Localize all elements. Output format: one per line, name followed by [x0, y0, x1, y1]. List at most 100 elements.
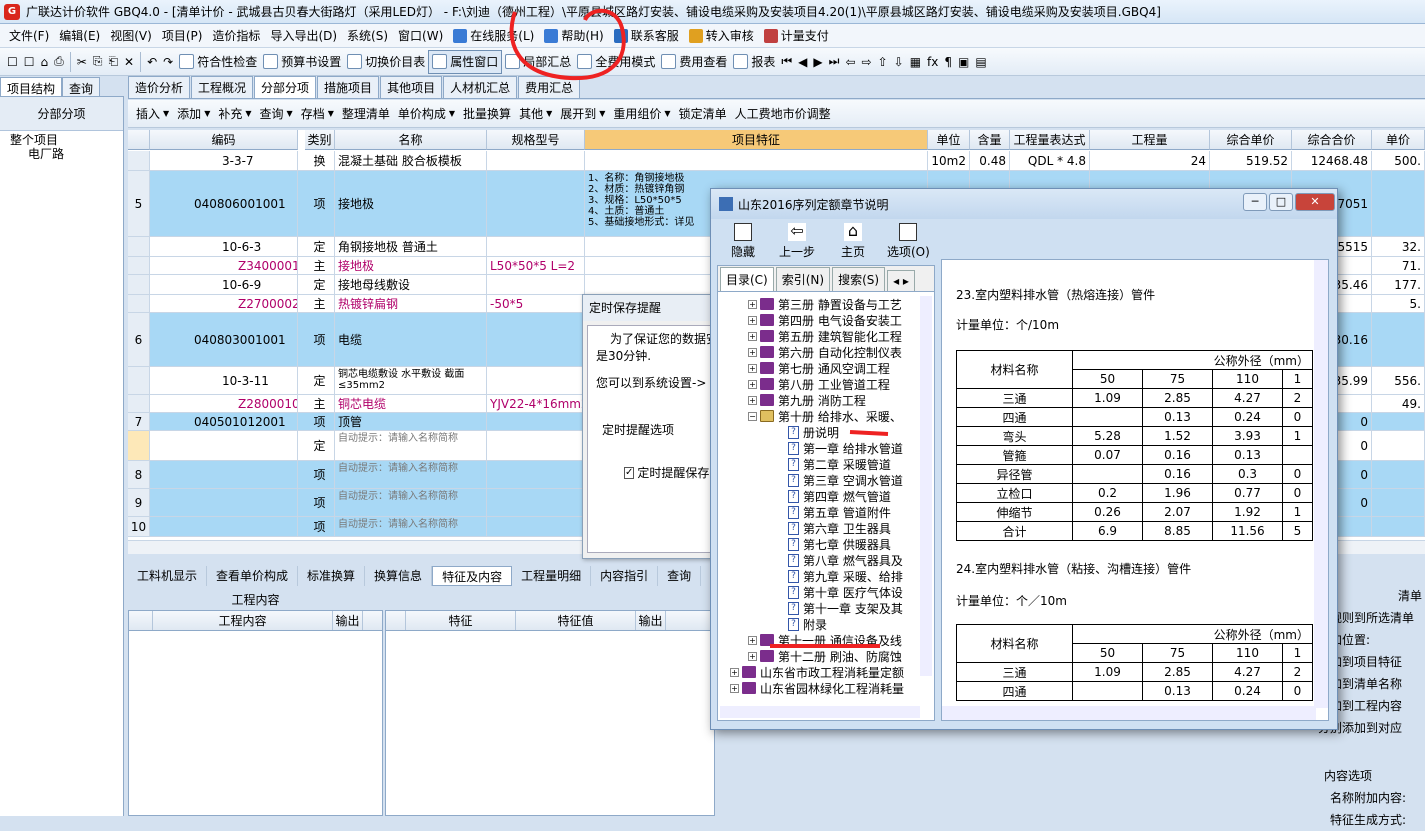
back-button[interactable]: ⇦ 上一步 [779, 223, 815, 260]
help-tree-item[interactable]: + 第四册 电气设备安装工 [718, 312, 914, 328]
subtool-button[interactable]: 补充 ▼ [214, 105, 255, 122]
grid-cell[interactable]: 项 [305, 517, 335, 536]
bottom-tab[interactable]: 内容指引 [591, 566, 659, 586]
expand-toggle-icon[interactable]: + [748, 395, 757, 405]
help-tree-item[interactable]: ? 第一章 给排水管道 [718, 440, 914, 456]
toolbar-button[interactable]: 属性窗口 [428, 49, 503, 74]
help-tree-item[interactable]: ? 第十一章 支架及其 [718, 600, 914, 616]
help-tree-item[interactable]: ? 第二章 采暖管道 [718, 456, 914, 472]
grid-cell[interactable]: 24 [1090, 151, 1210, 170]
toolbar-icon-button[interactable]: ⎗ [105, 50, 121, 74]
expand-toggle-icon[interactable]: + [748, 299, 757, 309]
grid-cell[interactable]: 519.52 [1210, 151, 1292, 170]
toolbar-nav-button[interactable]: ▤ [972, 50, 989, 74]
menu-item[interactable]: 计量支付 [759, 25, 834, 47]
grid-cell[interactable]: 定 [305, 237, 335, 256]
expand-toggle-icon[interactable]: + [748, 331, 757, 341]
grid-cell[interactable] [150, 489, 298, 516]
grid-cell[interactable]: 32. [1372, 237, 1425, 256]
grid-cell[interactable]: 混凝土基础 胶合板模板 [335, 151, 487, 170]
toolbar-nav-button[interactable]: ◀ [795, 50, 810, 74]
grid-cell[interactable]: 49. [1372, 395, 1425, 412]
maximize-button[interactable]: □ [1269, 193, 1293, 211]
toolbar-nav-button[interactable]: ⇦ [842, 50, 858, 74]
grid-cell[interactable]: Z2700002@2 [150, 295, 298, 312]
grid-cell[interactable]: 项 [305, 171, 335, 236]
toolbar-icon-button[interactable]: ↶ [144, 50, 160, 74]
menu-item[interactable]: 在线服务(L) [448, 25, 539, 47]
expand-toggle-icon[interactable]: + [730, 683, 739, 693]
menu-item[interactable]: 帮助(H) [539, 25, 608, 47]
help-tree-item[interactable]: + 第六册 自动化控制仪表 [718, 344, 914, 360]
grid-cell[interactable]: 顶管 [335, 413, 487, 430]
menu-item[interactable]: 窗口(W) [393, 25, 448, 47]
help-tree-item[interactable]: ? 附录 [718, 616, 914, 632]
grid-cell[interactable]: 主 [305, 257, 335, 274]
subtool-button[interactable]: 查询 ▼ [256, 105, 297, 122]
grid-cell[interactable] [1372, 413, 1425, 430]
menu-item[interactable]: 视图(V) [105, 25, 157, 47]
grid-cell[interactable] [487, 489, 585, 516]
tab-query[interactable]: 查询 [62, 77, 101, 96]
expand-toggle-icon[interactable]: − [748, 411, 757, 421]
tree-item-dianchang-road[interactable]: 电厂路 [10, 147, 113, 161]
minimize-button[interactable]: ─ [1243, 193, 1267, 211]
right-panel-item[interactable]: 名称附加内容: [1318, 787, 1425, 809]
help-tree-item[interactable]: + 山东省市政工程消耗量定额 [718, 664, 914, 680]
menu-item[interactable]: 导入导出(D) [265, 25, 342, 47]
toolbar-button[interactable]: 报表 [730, 50, 778, 74]
grid-cell[interactable] [487, 171, 585, 236]
grid-cell[interactable]: 电缆 [335, 313, 487, 366]
grid-cell[interactable]: 71. [1372, 257, 1425, 274]
toolbar-icon-button[interactable]: ✂ [74, 50, 90, 74]
bottom-tab[interactable]: 查询 [658, 566, 702, 586]
help-tree-item[interactable]: + 山东省园林绿化工程消耗量 [718, 680, 914, 696]
help-tree-item[interactable]: ? 第七章 供暖器具 [718, 536, 914, 552]
toolbar-button[interactable]: 全费用模式 [574, 50, 658, 74]
toolbar-button[interactable]: 预算书设置 [260, 50, 344, 74]
grid-cell[interactable] [150, 517, 298, 536]
menu-item[interactable]: 系统(S) [342, 25, 393, 47]
grid-row[interactable]: 3-3-7 换混凝土基础 胶合板模板 10m2 0.48 QDL * 4.8 24 519.… [128, 151, 1425, 171]
expand-toggle-icon[interactable]: + [748, 347, 757, 357]
help-tree-item[interactable]: + 第八册 工业管道工程 [718, 376, 914, 392]
toolbar-nav-button[interactable]: ⇨ [859, 50, 875, 74]
toolbar-icon-button[interactable]: ☐ [4, 50, 21, 74]
help-tree-item[interactable]: ? 第五章 管道附件 [718, 504, 914, 520]
subtool-button[interactable]: 人工费地市价调整 [731, 105, 835, 122]
grid-cell[interactable] [487, 275, 585, 294]
grid-cell[interactable]: 接地母线敷设 [335, 275, 487, 294]
toolbar-nav-button[interactable]: ▶ [810, 50, 825, 74]
grid-cell[interactable]: 项 [305, 461, 335, 488]
help-tree-item[interactable]: ? 第六章 卫生器具 [718, 520, 914, 536]
grid-cell[interactable] [1372, 313, 1425, 366]
bottom-tab[interactable]: 换算信息 [365, 566, 433, 586]
grid-cell[interactable]: L50*50*5 L=2 [487, 257, 585, 274]
grid-cell[interactable] [487, 367, 585, 394]
grid-cell[interactable]: 9 [128, 489, 150, 516]
close-button[interactable]: ✕ [1295, 193, 1335, 211]
tree-item-whole-project[interactable]: 整个项目 [10, 133, 113, 147]
grid-cell[interactable] [150, 461, 298, 488]
grid-cell[interactable] [487, 517, 585, 536]
grid-cell[interactable] [487, 461, 585, 488]
grid-cell[interactable]: 0.48 [970, 151, 1010, 170]
subtool-button[interactable]: 重用组价 ▼ [609, 105, 674, 122]
toolbar-icon-button[interactable]: ⌂ [38, 50, 52, 74]
grid-cell[interactable]: 自动提示：请输入名称简称 [335, 517, 487, 536]
grid-cell[interactable]: 500. [1372, 151, 1425, 170]
toolbar-icon-button[interactable]: ↷ [160, 50, 176, 74]
grid-cell[interactable]: 主 [305, 295, 335, 312]
toolbar-button[interactable]: 费用查看 [658, 50, 730, 74]
grid-cell[interactable] [1372, 431, 1425, 460]
grid-cell[interactable]: 10-6-9 [150, 275, 298, 294]
menu-item[interactable]: 编辑(E) [54, 25, 105, 47]
subtool-button[interactable]: 整理清单 [338, 105, 394, 122]
main-tab[interactable]: 费用汇总 [518, 76, 581, 98]
help-tree-item[interactable]: + 第七册 通风空调工程 [718, 360, 914, 376]
grid-cell[interactable]: 定 [305, 367, 335, 394]
grid-cell[interactable]: 10m2 [928, 151, 970, 170]
grid-cell[interactable] [128, 431, 150, 460]
toolbar-nav-button[interactable]: fx [924, 50, 941, 74]
grid-cell[interactable]: 自动提示：请输入名称简称 [335, 461, 487, 488]
